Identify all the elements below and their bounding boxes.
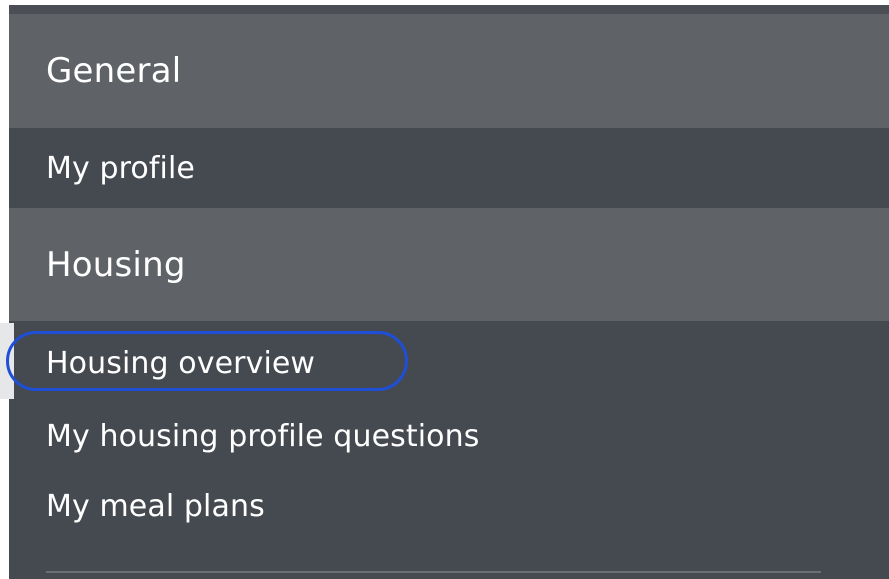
section-header-housing: Housing — [9, 208, 889, 321]
focus-ring — [6, 331, 408, 391]
sidebar-item-label: My housing profile questions — [46, 418, 480, 454]
sidebar-nav: General My profile Housing Housing overv… — [0, 5, 889, 579]
section-title-housing: Housing — [46, 244, 186, 285]
sidebar-item-meal-plans[interactable]: My meal plans — [9, 471, 889, 541]
section-title-general: General — [46, 51, 182, 91]
divider — [46, 571, 821, 573]
sidebar-item-housing-profile-questions[interactable]: My housing profile questions — [9, 401, 889, 471]
section-header-general: General — [9, 5, 889, 128]
sidebar-item-my-profile[interactable]: My profile — [9, 128, 889, 208]
sidebar-item-label: My meal plans — [46, 488, 265, 524]
sidebar-item-label: My profile — [46, 150, 195, 186]
